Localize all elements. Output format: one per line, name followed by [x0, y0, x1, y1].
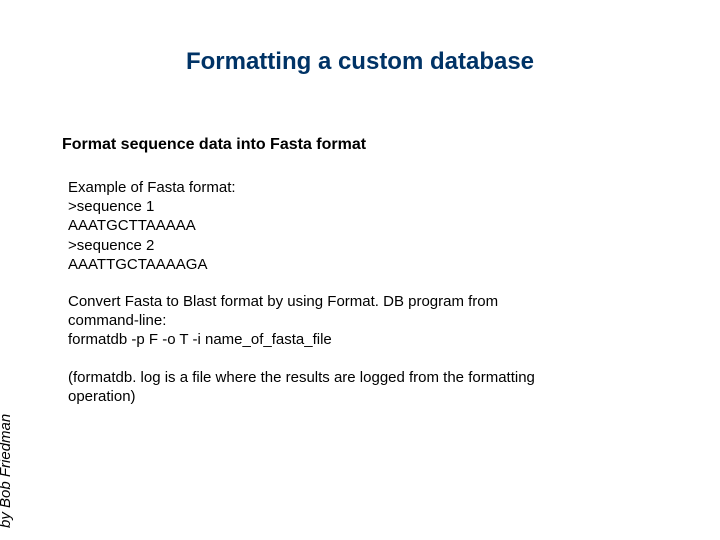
example-line: AAATTGCTAAAAGA [68, 255, 660, 274]
convert-instructions-block: Convert Fasta to Blast format by using F… [68, 292, 660, 350]
example-line: >sequence 2 [68, 236, 660, 255]
example-line: AAATGCTTAAAAA [68, 216, 660, 235]
example-line: Example of Fasta format: [68, 178, 660, 197]
log-line: (formatdb. log is a file where the resul… [68, 368, 660, 387]
log-line: operation) [68, 387, 660, 406]
byline: by Bob Friedman [0, 414, 14, 528]
log-note-block: (formatdb. log is a file where the resul… [68, 368, 660, 406]
slide-subheading: Format sequence data into Fasta format [62, 136, 366, 154]
convert-line: formatdb -p F -o T -i name_of_fasta_file [68, 330, 660, 349]
convert-line: command-line: [68, 311, 660, 330]
fasta-example-block: Example of Fasta format: >sequence 1 AAA… [68, 178, 660, 274]
slide: Formatting a custom database Format sequ… [0, 0, 720, 540]
slide-title: Formatting a custom database [0, 48, 720, 76]
convert-line: Convert Fasta to Blast format by using F… [68, 292, 660, 311]
example-line: >sequence 1 [68, 197, 660, 216]
